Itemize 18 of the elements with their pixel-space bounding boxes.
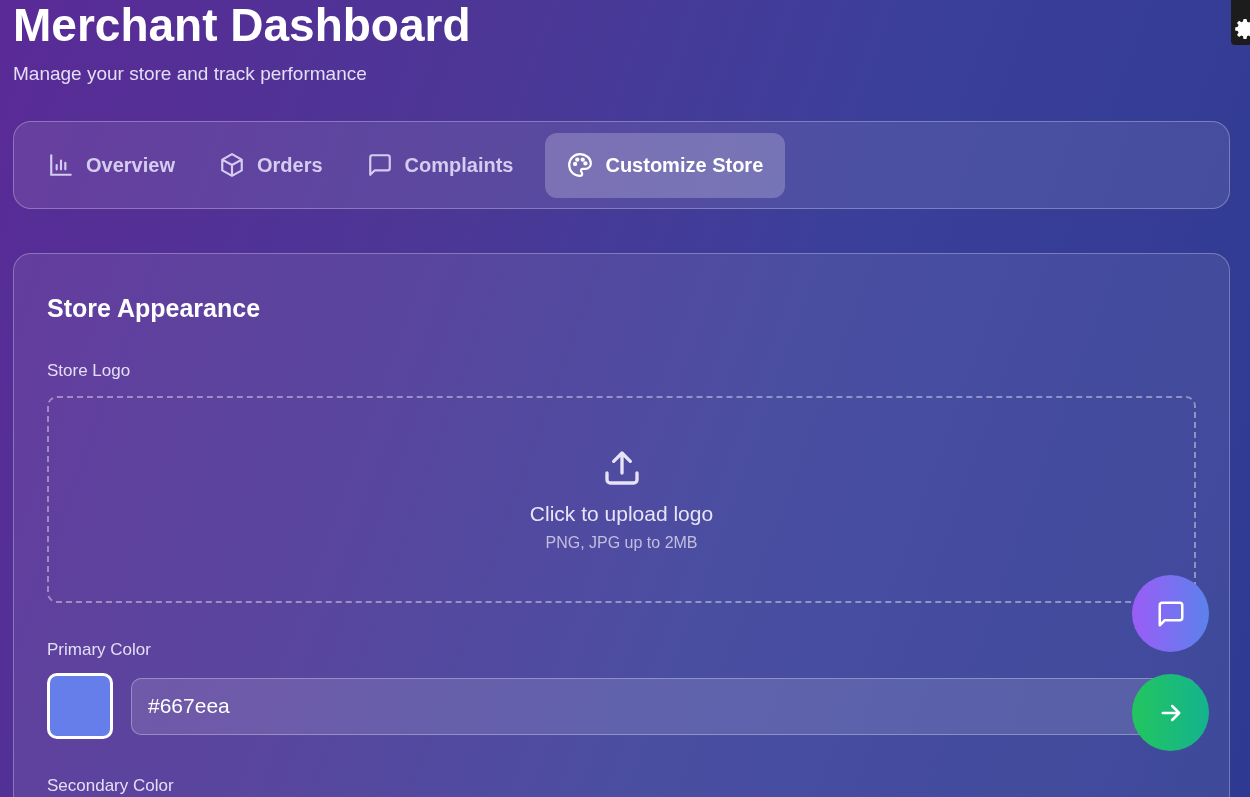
- page-subtitle: Manage your store and track performance: [13, 62, 368, 86]
- nav-tab[interactable]: Customize Store: [545, 132, 786, 198]
- nav-tab[interactable]: Overview: [36, 132, 187, 198]
- bar-chart-icon: [48, 152, 74, 178]
- settings-button[interactable]: [1231, 0, 1250, 45]
- upload-hint: PNG, JPG up to 2MB: [545, 533, 698, 552]
- palette-icon: [567, 152, 594, 178]
- section-title: Store Appearance: [47, 293, 262, 324]
- field-label: Store Logo: [47, 360, 132, 382]
- field-label: Secondary Color: [47, 775, 175, 797]
- nav-tab[interactable]: Complaints: [354, 132, 526, 198]
- upload-prompt: Click to upload logo: [529, 501, 714, 526]
- color-swatch[interactable]: [47, 673, 113, 739]
- page-title: Merchant Dashboard: [13, 0, 472, 53]
- box-icon: [218, 152, 245, 178]
- nav-tab[interactable]: Orders: [206, 132, 335, 198]
- chat-bubble-icon: [366, 152, 393, 178]
- field-label: Primary Color: [47, 639, 152, 661]
